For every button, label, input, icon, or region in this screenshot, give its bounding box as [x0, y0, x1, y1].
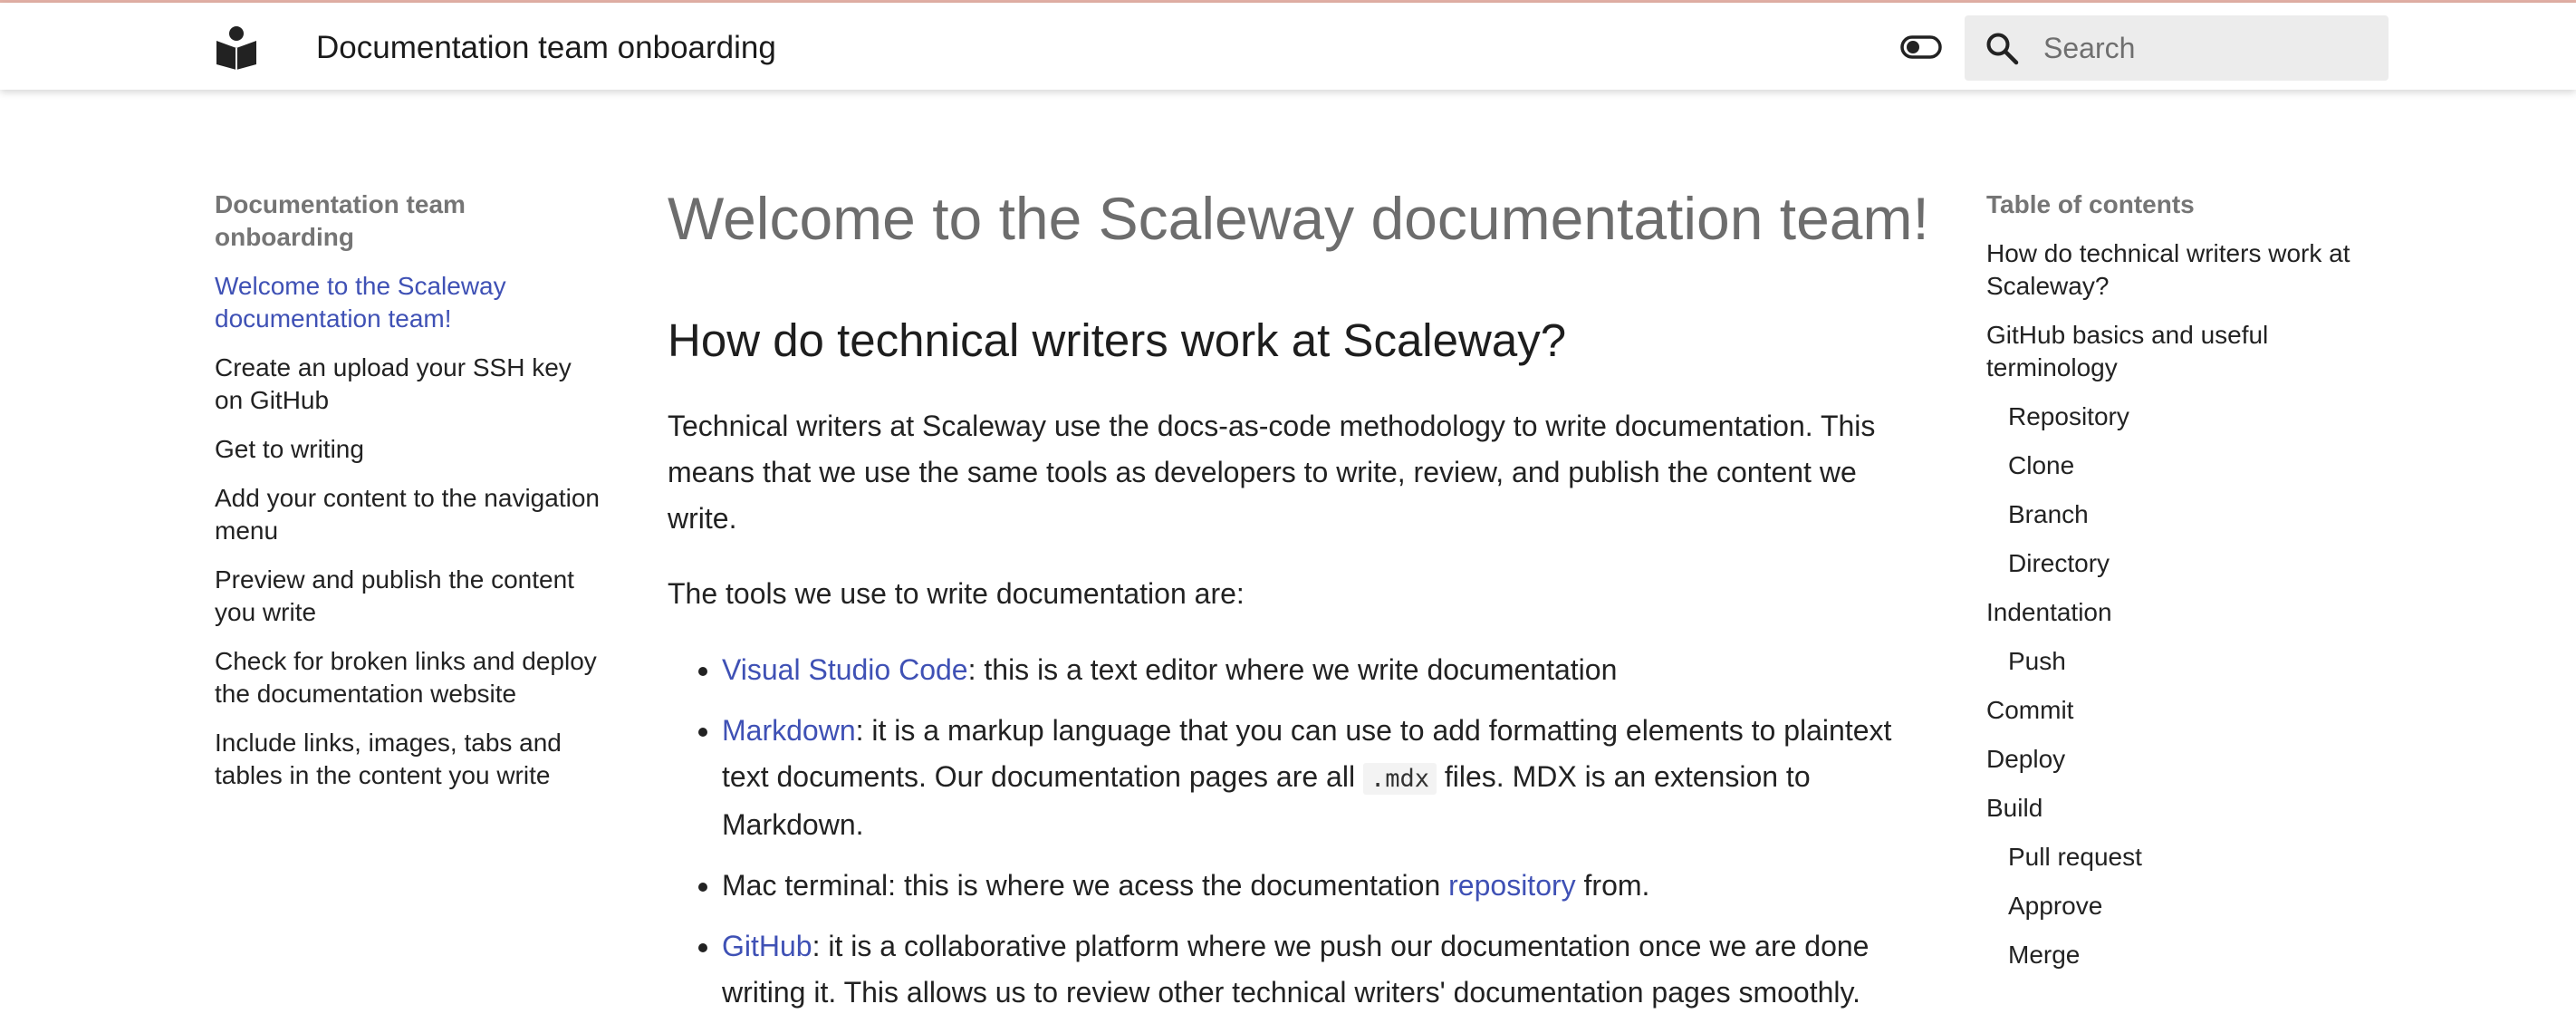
toc-heading: Table of contents	[1986, 190, 2195, 218]
toc-item-commit[interactable]: Commit	[1986, 694, 2367, 727]
toc-item-clone[interactable]: Clone	[1986, 449, 2367, 482]
top-header: Documentation team onboarding	[0, 3, 2576, 90]
github-link[interactable]: GitHub	[722, 930, 812, 962]
sidebar-nav: Documentation team onboarding Welcome to…	[215, 188, 604, 808]
search-box[interactable]	[1965, 15, 2389, 81]
tools-intro: The tools we use to write documentation …	[668, 577, 1245, 610]
toc-item-pull-request[interactable]: Pull request	[1986, 841, 2367, 874]
table-of-contents: Table of contents How do technical write…	[1986, 188, 2367, 988]
list-item: Mac terminal: this is where we acess the…	[722, 863, 1908, 909]
github-description: : it is a collaborative platform where w…	[722, 930, 1870, 1009]
list-item: GitHub: it is a collaborative platform w…	[722, 923, 1908, 1016]
toc-item-indentation[interactable]: Indentation	[1986, 596, 2367, 629]
book-logo-icon[interactable]	[214, 24, 259, 70]
toc-item-push[interactable]: Push	[1986, 645, 2367, 678]
toc-item-branch[interactable]: Branch	[1986, 498, 2367, 531]
toc-item-deploy[interactable]: Deploy	[1986, 743, 2367, 776]
sidebar-item-welcome[interactable]: Welcome to the Scaleway documentation te…	[215, 270, 604, 335]
main-content: Welcome to the Scaleway documentation te…	[668, 178, 1929, 1030]
sidebar-item-broken-links[interactable]: Check for broken links and deploy the do…	[215, 645, 604, 710]
toc-item-directory[interactable]: Directory	[1986, 547, 2367, 580]
vscode-description: : this is a text editor where we write d…	[967, 653, 1618, 686]
mdx-code: .mdx	[1362, 763, 1437, 795]
toc-item-merge[interactable]: Merge	[1986, 939, 2367, 971]
toc-item-github-basics[interactable]: GitHub basics and useful terminology	[1986, 319, 2367, 384]
intro-paragraph: Technical writers at Scaleway use the do…	[668, 410, 1876, 535]
toc-item-how-do-writers-work[interactable]: How do technical writers work at Scalewa…	[1986, 237, 2367, 303]
page-title: Welcome to the Scaleway documentation te…	[668, 185, 1929, 252]
list-item: Visual Studio Code: this is a text edito…	[722, 647, 1908, 693]
search-icon	[1985, 31, 2019, 65]
sidebar-item-links-images[interactable]: Include links, images, tabs and tables i…	[215, 727, 604, 792]
toc-item-repository[interactable]: Repository	[1986, 401, 2367, 433]
search-input[interactable]	[2043, 15, 2369, 81]
vscode-link[interactable]: Visual Studio Code	[722, 653, 968, 686]
tools-list: Visual Studio Code: this is a text edito…	[668, 647, 1908, 1016]
sidebar-item-navigation-menu[interactable]: Add your content to the navigation menu	[215, 482, 604, 547]
sidebar-item-preview-publish[interactable]: Preview and publish the content you writ…	[215, 564, 604, 629]
toc-item-build[interactable]: Build	[1986, 792, 2367, 825]
terminal-description: Mac terminal: this is where we acess the…	[722, 869, 1449, 902]
theme-toggle-icon[interactable]	[1900, 35, 1942, 59]
terminal-description-end: from.	[1575, 869, 1650, 902]
sidebar-heading[interactable]: Documentation team onboarding	[215, 188, 604, 254]
section-heading: How do technical writers work at Scalewa…	[668, 314, 1567, 366]
toc-item-approve[interactable]: Approve	[1986, 890, 2367, 922]
site-title[interactable]: Documentation team onboarding	[316, 28, 776, 68]
sidebar-item-ssh-key[interactable]: Create an upload your SSH key on GitHub	[215, 352, 604, 417]
sidebar-item-get-to-writing[interactable]: Get to writing	[215, 433, 604, 466]
markdown-link[interactable]: Markdown	[722, 714, 856, 747]
repository-link[interactable]: repository	[1448, 869, 1576, 902]
list-item: Markdown: it is a markup language that y…	[722, 708, 1908, 848]
